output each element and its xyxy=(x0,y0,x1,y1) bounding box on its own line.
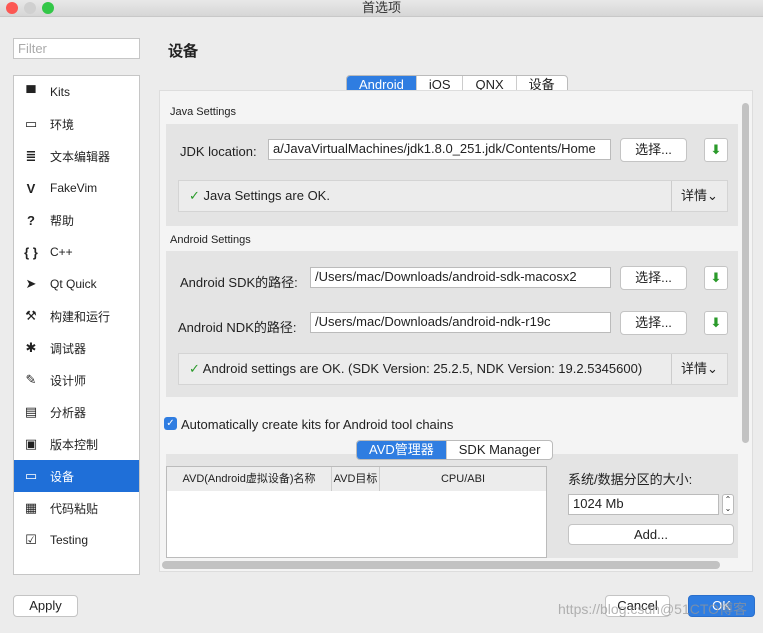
sidebar-item[interactable]: ▦ 代码粘贴 xyxy=(14,492,139,524)
sidebar-item-label: 设计师 xyxy=(50,373,87,388)
sidebar-item-label: Testing xyxy=(50,533,89,547)
column-header-abi[interactable]: CPU/ABI xyxy=(380,467,546,491)
text-editor-icon: ≣ xyxy=(25,148,37,163)
paste-icon: ▦ xyxy=(24,500,38,515)
sidebar-item-label: 调试器 xyxy=(50,341,87,356)
apply-button[interactable]: Apply xyxy=(13,595,78,617)
partition-label: 系统/数据分区的大小: xyxy=(568,472,693,487)
sidebar-item-label: 环境 xyxy=(50,117,75,132)
sidebar-item-label: Kits xyxy=(50,85,71,99)
download-icon[interactable]: ⬇ xyxy=(704,138,728,162)
window-title: 首选项 xyxy=(361,0,401,15)
page-title: 设备 xyxy=(168,43,199,60)
sidebar-item-label: 代码粘贴 xyxy=(50,501,99,516)
zoom-button[interactable] xyxy=(42,2,54,14)
column-header-target[interactable]: AVD目标 xyxy=(332,467,380,491)
close-button[interactable] xyxy=(6,2,18,14)
sidebar-item-label: 设备 xyxy=(50,469,75,484)
avd-table-header: AVD(Android虚拟设备)名称 AVD目标 CPU/ABI xyxy=(167,467,546,491)
horizontal-scrollbar[interactable] xyxy=(162,561,720,569)
sidebar-item[interactable]: ? 帮助 xyxy=(14,204,139,236)
add-avd-button[interactable]: Add... xyxy=(568,524,734,545)
avd-tabs: AVD管理器 SDK Manager xyxy=(356,440,554,460)
version-control-icon: ▣ xyxy=(24,436,38,451)
sidebar-item[interactable]: ☑ Testing xyxy=(14,524,139,556)
java-details-button[interactable]: 详情⌄ xyxy=(671,181,727,211)
sidebar-item-label: Qt Quick xyxy=(50,277,97,291)
sidebar: ▀ Kits ▭ 环境 ≣ 文本编辑器 V FakeVim? 帮助 { } C++ ➤ Qt Quick… xyxy=(13,75,140,575)
android-details-button[interactable]: 详情⌄ xyxy=(671,354,727,384)
sidebar-item-label: 文本编辑器 xyxy=(50,149,111,164)
pen-icon: ✎ xyxy=(25,372,37,387)
sidebar-item[interactable]: ➤ Qt Quick xyxy=(14,268,139,300)
qt-quick-icon: ➤ xyxy=(25,276,37,291)
monitor-icon: ▭ xyxy=(24,116,38,131)
vertical-scrollbar[interactable] xyxy=(742,103,749,443)
sidebar-item[interactable]: { } C++ xyxy=(14,236,139,268)
filter-input[interactable]: Filter xyxy=(13,38,140,59)
java-status: ✓ Java Settings are OK. 详情⌄ xyxy=(178,180,728,212)
tab-avd-manager[interactable]: AVD管理器 xyxy=(357,441,447,459)
sidebar-item-label: FakeVim xyxy=(50,181,98,195)
ndk-label: Android NDK的路径: xyxy=(178,320,297,335)
partition-input[interactable]: 1024 Mb xyxy=(568,494,719,515)
check-icon: ✓ xyxy=(189,361,203,376)
sidebar-item[interactable]: ▤ 分析器 xyxy=(14,396,139,428)
device-icon: ▭ xyxy=(24,468,38,483)
auto-kits-label: Automatically create kits for Android to… xyxy=(181,417,454,432)
sidebar-item[interactable]: ▀ Kits xyxy=(14,76,139,108)
bug-icon: ✱ xyxy=(25,340,37,355)
column-header-name[interactable]: AVD(Android虚拟设备)名称 xyxy=(167,467,332,491)
help-icon: ? xyxy=(27,212,35,228)
ndk-download-icon[interactable]: ⬇ xyxy=(704,311,728,335)
sidebar-item[interactable]: ≣ 文本编辑器 xyxy=(14,140,139,172)
sidebar-item[interactable]: ▣ 版本控制 xyxy=(14,428,139,460)
hammer-icon: ⚒ xyxy=(25,308,37,323)
sidebar-item-label: C++ xyxy=(50,245,73,259)
jdk-input[interactable]: a/JavaVirtualMachines/jdk1.8.0_251.jdk/C… xyxy=(268,139,611,160)
ndk-browse-button[interactable]: 选择... xyxy=(620,311,687,335)
sdk-download-icon[interactable]: ⬇ xyxy=(704,266,728,290)
kits-icon: ▀ xyxy=(26,84,36,100)
sidebar-item-label: 构建和运行 xyxy=(50,309,111,324)
java-group-label: Java Settings xyxy=(170,106,237,118)
auto-kits-checkbox[interactable]: ✓ xyxy=(164,417,177,430)
partition-stepper[interactable]: ⌃ ⌄ xyxy=(722,494,734,515)
jdk-label: JDK location: xyxy=(180,144,257,159)
android-status-text: Android settings are OK. (SDK Version: 2… xyxy=(202,361,643,376)
fakevim-icon: V xyxy=(26,180,36,196)
sdk-label: Android SDK的路径: xyxy=(180,275,298,290)
sidebar-item[interactable]: ✎ 设计师 xyxy=(14,364,139,396)
analyzer-icon: ▤ xyxy=(24,404,38,419)
sidebar-item[interactable]: ⚒ 构建和运行 xyxy=(14,300,139,332)
jdk-browse-button[interactable]: 选择... xyxy=(620,138,687,162)
sidebar-item-label: 帮助 xyxy=(50,213,75,228)
android-status: ✓ Android settings are OK. (SDK Version:… xyxy=(178,353,728,385)
sdk-input[interactable]: /Users/mac/Downloads/android-sdk-macosx2 xyxy=(310,267,611,288)
sdk-browse-button[interactable]: 选择... xyxy=(620,266,687,290)
sidebar-item-label: 分析器 xyxy=(50,405,87,420)
avd-table: AVD(Android虚拟设备)名称 AVD目标 CPU/ABI xyxy=(166,466,547,558)
sidebar-item-label: 版本控制 xyxy=(50,437,99,452)
sidebar-item[interactable]: V FakeVim xyxy=(14,172,139,204)
sidebar-item[interactable]: ▭ 设备 xyxy=(14,460,139,492)
sidebar-item[interactable]: ▭ 环境 xyxy=(14,108,139,140)
check-icon: ✓ xyxy=(189,188,204,203)
ndk-input[interactable]: /Users/mac/Downloads/android-ndk-r19c xyxy=(310,312,611,333)
testing-icon: ☑ xyxy=(25,532,37,547)
sidebar-item[interactable]: ✱ 调试器 xyxy=(14,332,139,364)
minimize-button[interactable] xyxy=(24,2,36,14)
title-bar: 首选项 xyxy=(0,0,763,17)
watermark: https://blog.csdn@51CTO博客 xyxy=(558,601,748,617)
braces-icon: { } xyxy=(24,244,38,260)
java-status-text: Java Settings are OK. xyxy=(203,188,330,203)
android-group-label: Android Settings xyxy=(170,234,251,246)
tab-sdk-manager[interactable]: SDK Manager xyxy=(447,441,553,459)
